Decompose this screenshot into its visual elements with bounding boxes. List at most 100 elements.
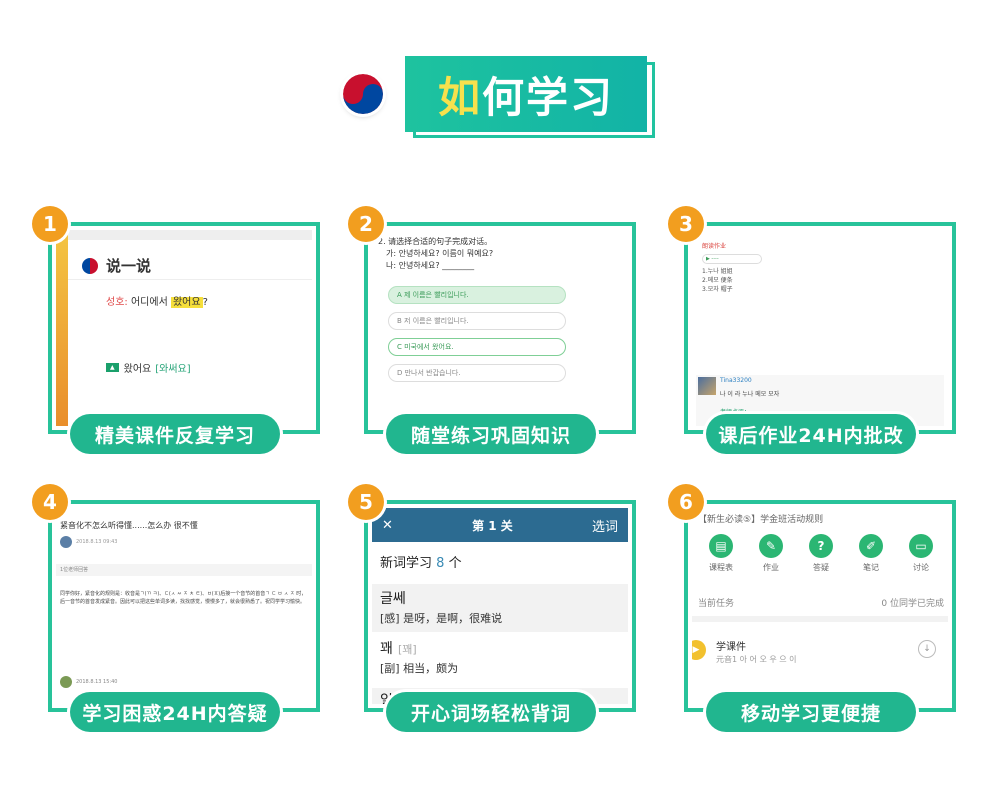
lesson-subtitle: 元音1 아 어 오 우 으 이 (716, 655, 797, 664)
dialogue-line: 성호: 어디에서 왔어요? (106, 293, 208, 308)
vocab-header: ✕ 第 1 关 选词 (372, 508, 628, 542)
question-title: 紧音化不怎么听得懂......怎么办 很不懂 (60, 521, 198, 530)
courseware-sidebar (56, 230, 68, 426)
download-icon[interactable]: ↓ (918, 640, 936, 658)
option-c[interactable]: C 미국에서 왔어요. (388, 338, 566, 356)
option-a[interactable]: A 제 이름은 빨리입니다. (388, 286, 566, 304)
option-d[interactable]: D 만나서 반갑습니다. (388, 364, 566, 382)
word: 글쎄 (380, 591, 406, 607)
card-caption[interactable]: 移动学习更便捷 (706, 692, 916, 732)
question-line-a: 가: 안녕하세요? 이름이 뭐예요? (386, 249, 494, 258)
page-title: 如何学习 (438, 64, 614, 125)
feature-card-2[interactable]: 2. 请选择合适的句子完成对话。 가: 안녕하세요? 이름이 뭐예요? 나: 안… (348, 206, 636, 454)
pencil-icon: ✎ (759, 534, 783, 558)
close-icon[interactable]: ✕ (382, 518, 393, 533)
word: 꽤 (380, 641, 393, 657)
card-frame: 【新生必读⑤】学金班活动规则 ▤ 课程表 ✎ 作业 ? 答疑 ✐ 笔记 ▭ 讨论 当前任务… (684, 500, 956, 712)
courseware-tab (68, 230, 312, 240)
level-label: 第 1 关 (472, 518, 513, 533)
word-item[interactable]: 글쎄 [感] 是呀，是啊，很难说 (372, 584, 628, 632)
discuss-button[interactable]: ▭ 讨论 (896, 534, 946, 573)
student-name: Tina33200 (720, 377, 752, 384)
question-text: 2. 请选择合适的句子完成对话。 (378, 237, 493, 246)
question-time: 2018.8.13 09:43 (76, 539, 118, 545)
feature-card-3[interactable]: 朗读作业 ▶ ---- 1.누나 姐姐 2.메모 便条 3.모자 帽子 Tina… (668, 206, 956, 454)
word-item[interactable]: 꽤 [꽤] [副] 相当，颇为 (372, 636, 628, 684)
question-meta: 2018.8.13 09:43 (60, 536, 117, 548)
vocab-item: 1.누나 姐姐 (702, 268, 733, 275)
homework-title: 朗读作业 (702, 243, 727, 250)
card-caption[interactable]: 精美课件反复学习 (70, 414, 280, 454)
card-number-badge: 4 (32, 484, 68, 520)
new-words-unit: 个 (448, 556, 462, 571)
icon-label: 答疑 (813, 563, 829, 572)
select-words-button[interactable]: 选词 (592, 516, 618, 535)
homework-button[interactable]: ✎ 作业 (746, 534, 796, 573)
homework-body: 朗读作业 ▶ ---- 1.누나 姐姐 2.메모 便条 3.모자 帽子 (702, 230, 944, 294)
speaker: 성호: (106, 297, 128, 308)
avatar (60, 676, 72, 688)
answer-romanization: [와써요] (155, 364, 191, 375)
feature-card-1[interactable]: 说一说 성호: 어디에서 왔어요? ▲ 왔어요 [와써요] 1 精美课件反复学习 (32, 206, 320, 454)
vocab-item: 3.모자 帽子 (702, 286, 733, 293)
notes-button[interactable]: ✐ 笔记 (846, 534, 896, 573)
dialogue-marked: 왔어요 (170, 297, 203, 308)
card-number-badge: 1 (32, 206, 68, 242)
answer-text: 同学你好，紧音化的规则是：收音是ㄱ(ㄲ ㅋ)、ㄷ(ㅅ ㅆ ㅈ ㅊ ㅌ)、ㅂ(ㅍ)… (60, 591, 307, 605)
notes-icon: ✐ (859, 534, 883, 558)
new-words-number: 8 (436, 556, 445, 571)
dialogue-end: ? (202, 297, 208, 308)
card-frame: ✕ 第 1 关 选词 新词学习 8 个 글쎄 [感] 是呀，是啊，很难说 꽤 [… (364, 500, 636, 712)
audio-player[interactable]: ▶ ---- (702, 254, 762, 264)
vocab-screenshot: ✕ 第 1 关 选词 新词学习 8 个 글쎄 [感] 是呀，是啊，很难说 꽤 [… (372, 508, 628, 704)
play-icon[interactable]: ▶ (692, 640, 706, 660)
answer-tag: ▲ (106, 363, 119, 372)
feature-card-5[interactable]: ✕ 第 1 关 选词 新词学习 8 个 글쎄 [感] 是呀，是啊，很难说 꽤 [… (348, 484, 636, 732)
answer-time: 2018.8.13 15:40 (76, 679, 118, 685)
exercise-question: 2. 请选择合适的句子完成对话。 가: 안녕하세요? 이름이 뭐예요? 나: 안… (378, 236, 493, 272)
banner-box: 如何学习 (405, 56, 647, 132)
icon-label: 笔记 (863, 563, 879, 572)
card-caption[interactable]: 开心词场轻松背词 (386, 692, 596, 732)
answer-count-bar: 1位老师回答 (56, 564, 312, 576)
exercise-screenshot: 2. 请选择合适的句子完成对话。 가: 안녕하세요? 이름이 뭐예요? 나: 안… (372, 230, 628, 426)
new-words-label: 新词学习 (380, 556, 433, 571)
courseware-title: 说一说 (106, 257, 152, 275)
card-caption[interactable]: 学习困惑24H内答疑 (70, 692, 280, 732)
feature-card-6[interactable]: 【新生必读⑤】学金班活动规则 ▤ 课程表 ✎ 作业 ? 答疑 ✐ 笔记 ▭ 讨论 当前任务… (668, 484, 956, 732)
card-number-badge: 3 (668, 206, 704, 242)
card-caption[interactable]: 随堂练习巩固知识 (386, 414, 596, 454)
taegeuk-icon (343, 74, 383, 114)
feature-card-4[interactable]: 紧音化不怎么听得懂......怎么办 很不懂 2018.8.13 09:43 1… (32, 484, 320, 732)
dialogue-text: 어디에서 (130, 297, 168, 308)
task-card[interactable]: ▶ 学课件 元音1 아 어 오 우 으 이 ↓ (692, 616, 948, 680)
card-frame: 紧音化不怎么听得懂......怎么办 很不懂 2018.8.13 09:43 1… (48, 500, 320, 712)
schedule-button[interactable]: ▤ 课程表 (696, 534, 746, 573)
courseware-screenshot: 说一说 성호: 어디에서 왔어요? ▲ 왔어요 [와써요] (56, 230, 312, 426)
feature-icons: ▤ 课程表 ✎ 作业 ? 答疑 ✐ 笔记 ▭ 讨论 (692, 534, 948, 573)
card-caption[interactable]: 课后作业24H内批改 (706, 414, 916, 454)
avatar (60, 536, 72, 548)
lesson-title: 学课件 (716, 642, 746, 653)
icon-label: 课程表 (709, 563, 733, 572)
qa-button[interactable]: ? 答疑 (796, 534, 846, 573)
new-words-count: 新词学习 8 个 (380, 552, 462, 571)
card-number-badge: 2 (348, 206, 384, 242)
icon-label: 作业 (763, 563, 779, 572)
qa-screenshot: 紧音化不怎么听得懂......怎么办 很不懂 2018.8.13 09:43 1… (56, 508, 312, 704)
icon-label: 讨论 (913, 563, 929, 572)
answer-footer: 2018.8.13 15:40 (60, 676, 308, 688)
option-b[interactable]: B 저 이름은 빨리입니다. (388, 312, 566, 330)
word-pronunciation: [꽤] (397, 643, 417, 656)
chat-icon: ▭ (909, 534, 933, 558)
vocab-item: 2.메모 便条 (702, 277, 733, 284)
question-line-b: 나: 안녕하세요? ________ (386, 261, 475, 270)
answer-text: 왔어요 (123, 364, 152, 375)
answer-line: ▲ 왔어요 [와써요] (106, 360, 191, 375)
notice-title[interactable]: 【新生必读⑤】学金班活动规则 (698, 512, 823, 525)
card-frame: 朗读作业 ▶ ---- 1.누나 姐姐 2.메모 便条 3.모자 帽子 Tina… (684, 222, 956, 434)
card-frame: 说一说 성호: 어디에서 왔어요? ▲ 왔어요 [와써요] (48, 222, 320, 434)
current-task-row: 当前任务 0 位同学已完成 (698, 596, 944, 609)
student-text: 나 이 라 누나 메모 모자 (720, 391, 780, 398)
card-frame: 2. 请选择合适的句子完成对话。 가: 안녕하세요? 이름이 뭐예요? 나: 안… (364, 222, 636, 434)
